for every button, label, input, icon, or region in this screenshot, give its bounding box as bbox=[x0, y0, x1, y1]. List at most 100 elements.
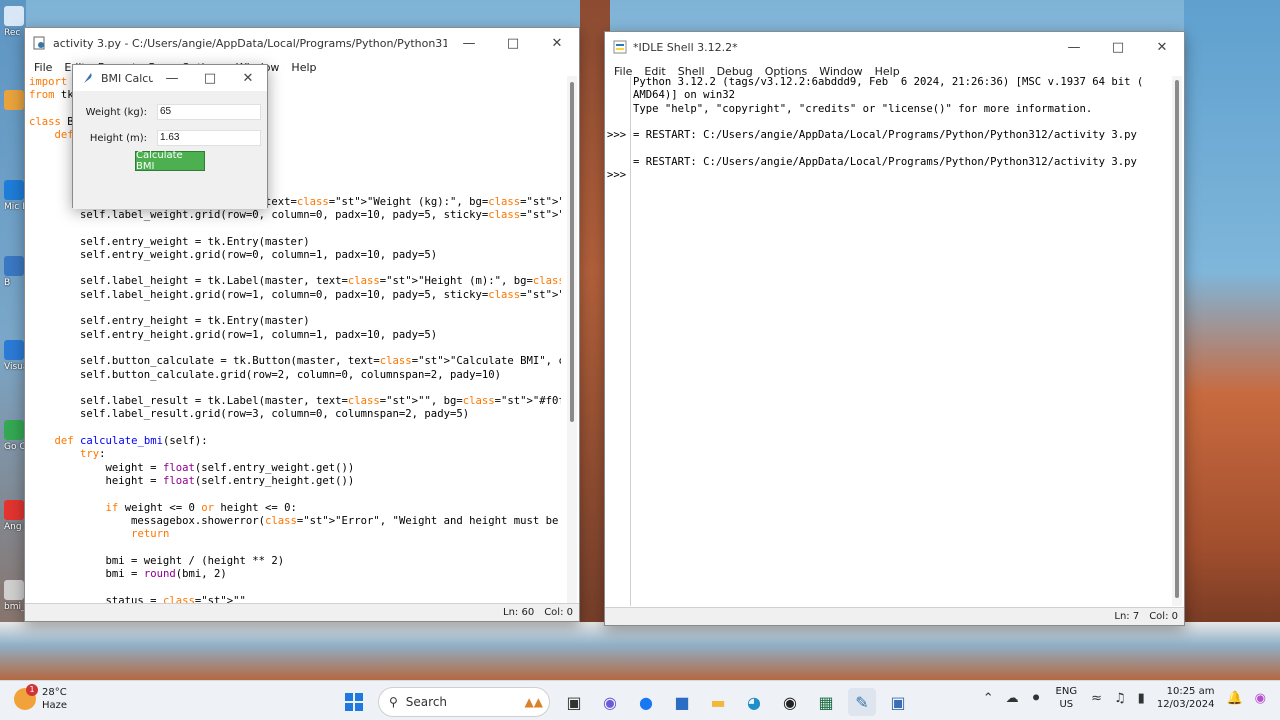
facebook-icon[interactable]: ● bbox=[632, 688, 660, 716]
desktop-icon[interactable] bbox=[4, 90, 26, 112]
bmi-titlebar[interactable]: BMI Calcul... — □ ✕ bbox=[73, 65, 267, 91]
shell-statusbar: Ln: 7 Col: 0 bbox=[605, 607, 1184, 625]
shell-window: *IDLE Shell 3.12.2* — □ ✕ File Edit Shell D… bbox=[604, 31, 1185, 626]
desktop-icon-label: Visua C bbox=[4, 362, 26, 372]
start-button[interactable] bbox=[340, 688, 368, 716]
volume-icon[interactable]: ♫ bbox=[1114, 691, 1126, 706]
desktop-app-icon bbox=[4, 6, 24, 26]
shell-line: Python 3.12.2 (tags/v3.12.2:6abddd9, Feb… bbox=[633, 76, 1144, 88]
bmi-maximize-button[interactable]: □ bbox=[191, 65, 229, 91]
desktop-icon[interactable]: bmi_calcul... bbox=[4, 580, 26, 612]
height-label: Height (m): bbox=[89, 132, 147, 144]
bmi-close-button[interactable]: ✕ bbox=[229, 65, 267, 91]
chat-icon[interactable]: ◉ bbox=[596, 688, 624, 716]
weather-temp: 28°C bbox=[42, 687, 67, 698]
editor-scrollbar-thumb[interactable] bbox=[570, 82, 574, 422]
shell-prompt: >>> bbox=[607, 129, 627, 142]
editor-scrollbar[interactable] bbox=[567, 76, 577, 604]
taskbar: 1 28°C Haze ⚲ Search ▲▲ ▣ ◉ ● ■ ▬ ◕ ◉ ▦ … bbox=[0, 680, 1280, 720]
language-indicator[interactable]: ENG US bbox=[1056, 685, 1078, 711]
editor-titlebar[interactable]: activity 3.py - C:/Users/angie/AppData/L… bbox=[25, 28, 579, 58]
shell-prompt: >>> bbox=[607, 169, 627, 182]
chevron-up-icon[interactable]: ⌃ bbox=[983, 691, 994, 706]
wifi-icon[interactable]: ≈ bbox=[1091, 691, 1102, 706]
close-button[interactable]: ✕ bbox=[535, 28, 579, 58]
menu-item[interactable]: File bbox=[29, 61, 59, 74]
lang-bottom: US bbox=[1059, 699, 1074, 710]
clock-date: 12/03/2024 bbox=[1156, 699, 1215, 710]
weight-input[interactable]: 65 bbox=[157, 104, 261, 120]
desktop-app-icon bbox=[4, 420, 24, 440]
shell-output-area[interactable]: Python 3.12.2 (tags/v3.12.2:6abddd9, Feb… bbox=[633, 76, 1171, 606]
desktop-icon-label: Rec bbox=[4, 28, 21, 38]
height-input[interactable]: 1.63 bbox=[157, 130, 261, 146]
calculate-bmi-button[interactable]: Calculate BMI bbox=[135, 150, 205, 172]
file-explorer-icon[interactable]: ▬ bbox=[704, 688, 732, 716]
shell-prompt bbox=[607, 76, 630, 89]
code-line: self.label_weight.grid(row=0, column=0, … bbox=[29, 208, 561, 221]
minimize-button[interactable]: — bbox=[447, 28, 491, 58]
desktop-icon[interactable]: Go Ch bbox=[4, 420, 26, 452]
battery-icon[interactable]: ▮ bbox=[1138, 691, 1145, 706]
desktop-icon[interactable]: Visua C bbox=[4, 340, 26, 372]
shell-maximize-button[interactable]: □ bbox=[1096, 32, 1140, 62]
shell-scrollbar-thumb[interactable] bbox=[1175, 80, 1179, 598]
code-line: return bbox=[131, 528, 170, 541]
python-app-icon[interactable]: ▣ bbox=[884, 688, 912, 716]
maximize-button[interactable]: □ bbox=[491, 28, 535, 58]
idle-icon bbox=[613, 40, 627, 54]
weather-sun-icon: 1 bbox=[14, 684, 38, 710]
shell-close-button[interactable]: ✕ bbox=[1140, 32, 1184, 62]
idle-taskbar-icon[interactable]: ✎ bbox=[848, 688, 876, 716]
code-line: self.button_calculate = tk.Button(master… bbox=[29, 355, 561, 368]
shell-titlebar[interactable]: *IDLE Shell 3.12.2* — □ ✕ bbox=[605, 32, 1184, 62]
shell-status-line: Ln: 7 bbox=[1114, 611, 1140, 622]
desktop-icon[interactable]: Mic E bbox=[4, 180, 26, 212]
shell-minimize-button[interactable]: — bbox=[1052, 32, 1096, 62]
task-view-icon[interactable]: ▣ bbox=[560, 688, 588, 716]
weather-desc: Haze bbox=[42, 700, 68, 711]
shell-prompt bbox=[607, 103, 630, 116]
menu-item[interactable]: Help bbox=[286, 61, 323, 74]
editor-title: activity 3.py - C:/Users/angie/AppData/L… bbox=[53, 36, 447, 50]
cloud-icon[interactable]: ☁ bbox=[1006, 691, 1019, 706]
code-line: weight = float(self.entry_weight.get()) bbox=[29, 461, 355, 474]
store-icon[interactable]: ■ bbox=[668, 688, 696, 716]
bmi-dialog: BMI Calcul... — □ ✕ Weight (kg): 65 Heig… bbox=[72, 64, 268, 209]
python-file-icon bbox=[33, 36, 45, 50]
code-line: self.entry_height = tk.Entry(master) bbox=[29, 315, 310, 328]
bmi-title: BMI Calcul... bbox=[101, 71, 153, 85]
code-line: self.entry_weight = tk.Entry(master) bbox=[29, 235, 310, 248]
search-placeholder: Search bbox=[405, 695, 448, 709]
copilot-icon[interactable]: ◉ bbox=[1255, 691, 1266, 706]
desktop-app-icon bbox=[4, 256, 24, 276]
desktop-icon[interactable]: Ang Ch bbox=[4, 500, 26, 532]
bmi-minimize-button[interactable]: — bbox=[153, 65, 191, 91]
windows-icon bbox=[345, 693, 363, 711]
system-tray: ⌃ ☁ ⚫ ENG US ≈ ♫ ▮ 10:25 am 12/03/2024 🔔… bbox=[977, 685, 1272, 711]
weather-widget[interactable]: 1 28°C Haze bbox=[14, 684, 68, 712]
desktop-icon[interactable]: B bbox=[4, 256, 26, 288]
shell-scrollbar[interactable] bbox=[1172, 76, 1182, 606]
edge-icon[interactable]: ◕ bbox=[740, 688, 768, 716]
taskbar-search[interactable]: ⚲ Search ▲▲ bbox=[378, 687, 550, 717]
desktop-icon[interactable]: Rec bbox=[4, 6, 26, 38]
desktop-right-strip bbox=[1184, 0, 1280, 680]
clock[interactable]: 10:25 am 12/03/2024 bbox=[1157, 685, 1215, 711]
shell-prompt bbox=[607, 89, 630, 102]
search-highlight-icon: ▲▲ bbox=[524, 695, 543, 709]
code-line: self.entry_weight.grid(row=0, column=1, … bbox=[29, 248, 438, 261]
desktop-icon-label: bmi_calcul... bbox=[4, 602, 26, 612]
shell-prompt bbox=[607, 142, 630, 155]
notification-bell-icon[interactable]: 🔔 bbox=[1226, 691, 1242, 706]
code-line: self.button_calculate.grid(row=2, column… bbox=[29, 368, 501, 381]
weight-row: Weight (kg): 65 bbox=[73, 99, 267, 125]
microphone-icon[interactable]: ⚫ bbox=[1031, 691, 1042, 706]
dell-icon[interactable]: ◉ bbox=[776, 688, 804, 716]
excel-icon[interactable]: ▦ bbox=[812, 688, 840, 716]
